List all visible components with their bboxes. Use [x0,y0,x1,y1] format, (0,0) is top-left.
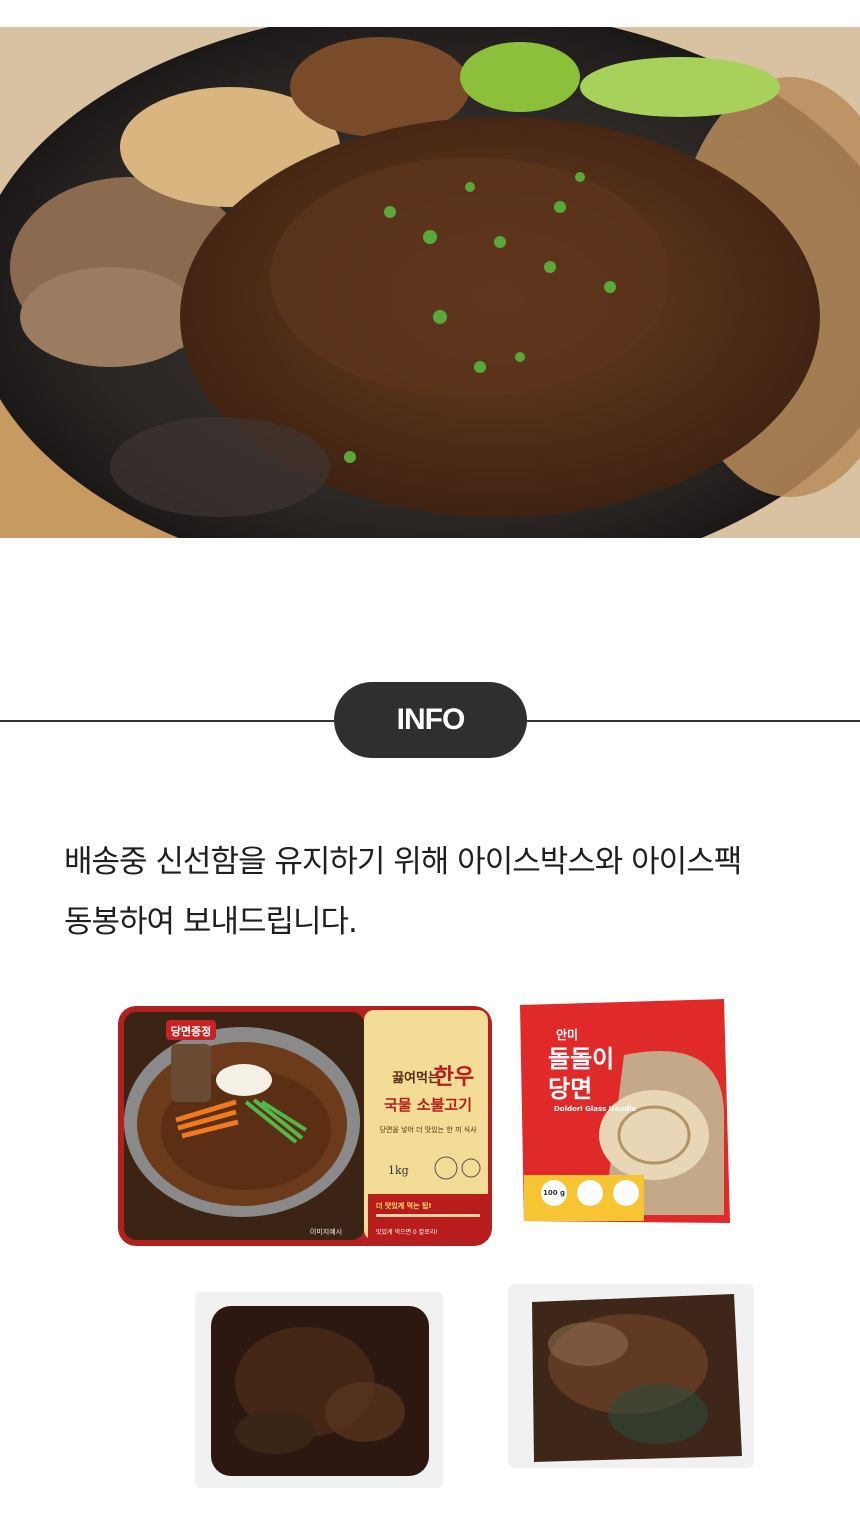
tray-weight: 1kg [388,1164,409,1177]
sauce-pack-2 [508,1284,754,1468]
tray-tip-title: 더 맛있게 먹는 팁! [376,1201,432,1210]
shipping-description: 배송중 신선함을 유지하기 위해 아이스박스와 아이스팩 동봉하여 보내드립니다… [64,832,824,952]
description-line-1: 배송중 신선함을 유지하기 위해 아이스박스와 아이스팩 [64,844,742,880]
bulgogi-tray-package: 당면증정 끓여먹는 한우 국물 소불고기 당면을 넣어 더 맛있는 한 끼 식사… [116,1002,494,1248]
noodle-brand: 안미 [556,1027,578,1042]
description-line-2: 동봉하여 보내드립니다. [64,904,358,940]
info-divider: INFO [0,680,860,760]
glass-noodle-package: 안미 돌돌이 당면 Doldori Glass Noodle 100 g [514,995,734,1227]
tray-brand-big: 한우 [434,1065,474,1090]
info-badge: INFO [334,682,527,758]
sauce-pack-1 [195,1292,443,1488]
noodle-title-2: 당면 [548,1075,592,1103]
noodle-title-1: 돌돌이 [548,1045,614,1073]
info-label: INFO [396,703,466,736]
noodle-amount: 100 g [543,1189,565,1197]
hero-food-image [0,27,860,538]
bulgogi-illustration [0,27,860,538]
tray-footer-note: 이미지예시 [310,1227,342,1236]
tray-product-name: 국물 소불고기 [384,1096,472,1114]
tray-subtitle: 당면을 넣어 더 맛있는 한 끼 식사 [379,1125,477,1134]
tray-badge: 당면증정 [171,1024,211,1038]
noodle-english-name: Doldori Glass Noodle [554,1105,637,1113]
tray-tip-bottom: 맛있게 먹으면 0 칼로리! [376,1228,438,1236]
